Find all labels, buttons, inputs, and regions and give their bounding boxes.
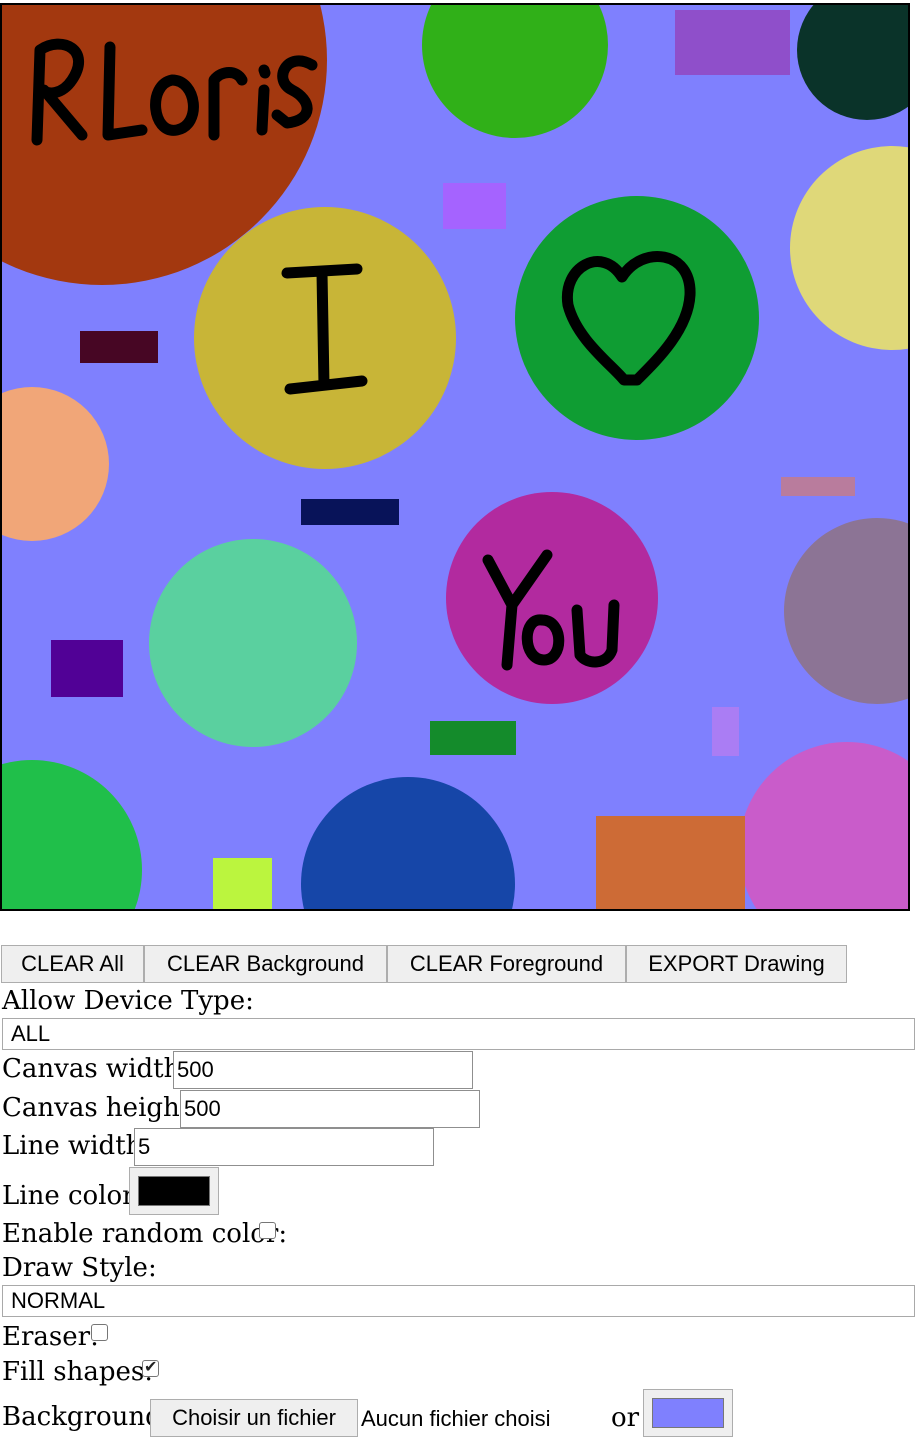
shape-rect-navy: [301, 499, 399, 525]
eraser-checkbox[interactable]: [91, 1324, 108, 1341]
file-status-text: Aucun fichier choisi: [361, 1406, 551, 1431]
choose-file-button[interactable]: Choisir un fichier: [150, 1399, 358, 1437]
canvas-artwork[interactable]: [2, 5, 908, 909]
shape-rect-purple-top: [675, 10, 790, 75]
shape-rect-indigo: [51, 640, 123, 697]
shape-rect-maroon: [80, 331, 158, 363]
draw-style-label: Draw Style:: [2, 1253, 157, 1283]
canvas-height-label: Canvas height:: [2, 1093, 199, 1123]
line-width-label: Line width:: [2, 1131, 152, 1161]
canvas-width-label: Canvas width:: [2, 1054, 190, 1084]
or-label: or: [611, 1403, 640, 1433]
eraser-label: Eraser:: [2, 1322, 99, 1352]
line-color-swatch: [138, 1176, 210, 1206]
background-color-swatch: [652, 1398, 724, 1428]
shape-circle-green-heart: [515, 196, 759, 440]
shape-rect-lavender: [712, 707, 739, 756]
shape-rect-violet: [443, 183, 506, 229]
shape-circle-magenta: [446, 492, 658, 704]
shape-rect-orange: [596, 816, 745, 909]
shape-rect-green: [430, 721, 516, 755]
line-width-input[interactable]: [134, 1128, 434, 1166]
line-color-picker[interactable]: [129, 1167, 219, 1215]
device-type-select[interactable]: ALL: [2, 1018, 915, 1050]
random-color-label: Enable random color:: [2, 1219, 288, 1249]
shape-rect-rose: [781, 477, 855, 496]
background-color-picker[interactable]: [643, 1389, 733, 1437]
device-type-label: Allow Device Type:: [2, 986, 254, 1016]
shape-circle-mint: [149, 539, 357, 747]
random-color-checkbox[interactable]: [259, 1222, 276, 1239]
fill-shapes-label: Fill shapes:: [2, 1357, 153, 1387]
drawing-canvas[interactable]: [0, 3, 910, 911]
clear-all-button[interactable]: CLEAR All: [1, 945, 144, 983]
export-drawing-button[interactable]: EXPORT Drawing: [626, 945, 847, 983]
line-color-label: Line color:: [2, 1181, 144, 1211]
canvas-height-input[interactable]: [180, 1090, 480, 1128]
shape-rect-lime: [213, 858, 272, 909]
fill-shapes-checkbox[interactable]: [142, 1357, 159, 1377]
background-label: Background:: [2, 1402, 171, 1432]
canvas-width-input[interactable]: [173, 1051, 473, 1089]
draw-style-select[interactable]: NORMAL: [2, 1285, 915, 1317]
clear-background-button[interactable]: CLEAR Background: [144, 945, 387, 983]
clear-foreground-button[interactable]: CLEAR Foreground: [387, 945, 626, 983]
